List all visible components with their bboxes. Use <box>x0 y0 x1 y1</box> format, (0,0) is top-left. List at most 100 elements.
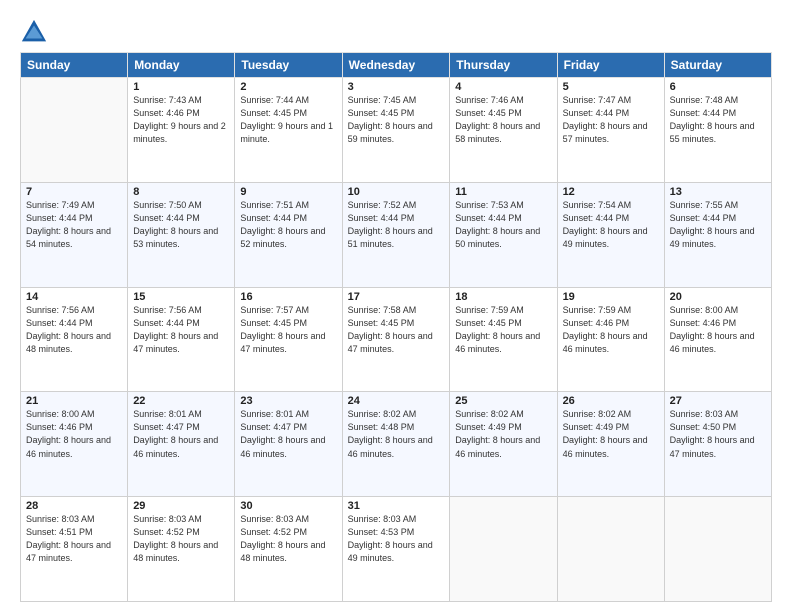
calendar-cell: 7Sunrise: 7:49 AMSunset: 4:44 PMDaylight… <box>21 182 128 287</box>
day-number: 28 <box>26 500 122 512</box>
day-info: Sunrise: 7:43 AMSunset: 4:46 PMDaylight:… <box>133 94 229 146</box>
calendar-cell: 9Sunrise: 7:51 AMSunset: 4:44 PMDaylight… <box>235 182 342 287</box>
day-info: Sunrise: 7:49 AMSunset: 4:44 PMDaylight:… <box>26 199 122 251</box>
day-info: Sunrise: 7:54 AMSunset: 4:44 PMDaylight:… <box>563 199 659 251</box>
day-info: Sunrise: 8:02 AMSunset: 4:48 PMDaylight:… <box>348 408 445 460</box>
day-info: Sunrise: 7:50 AMSunset: 4:44 PMDaylight:… <box>133 199 229 251</box>
day-number: 9 <box>240 186 336 198</box>
day-number: 22 <box>133 395 229 407</box>
day-info: Sunrise: 8:03 AMSunset: 4:50 PMDaylight:… <box>670 408 766 460</box>
calendar-cell: 4Sunrise: 7:46 AMSunset: 4:45 PMDaylight… <box>450 78 557 183</box>
day-info: Sunrise: 7:51 AMSunset: 4:44 PMDaylight:… <box>240 199 336 251</box>
day-number: 11 <box>455 186 551 198</box>
day-number: 23 <box>240 395 336 407</box>
day-number: 29 <box>133 500 229 512</box>
day-number: 26 <box>563 395 659 407</box>
calendar-cell: 28Sunrise: 8:03 AMSunset: 4:51 PMDayligh… <box>21 497 128 602</box>
calendar-cell: 6Sunrise: 7:48 AMSunset: 4:44 PMDaylight… <box>664 78 771 183</box>
calendar-cell: 17Sunrise: 7:58 AMSunset: 4:45 PMDayligh… <box>342 287 450 392</box>
day-number: 17 <box>348 291 445 303</box>
day-number: 30 <box>240 500 336 512</box>
calendar-cell: 23Sunrise: 8:01 AMSunset: 4:47 PMDayligh… <box>235 392 342 497</box>
day-info: Sunrise: 8:03 AMSunset: 4:52 PMDaylight:… <box>240 513 336 565</box>
logo-icon <box>20 18 48 46</box>
calendar-cell: 21Sunrise: 8:00 AMSunset: 4:46 PMDayligh… <box>21 392 128 497</box>
day-info: Sunrise: 7:52 AMSunset: 4:44 PMDaylight:… <box>348 199 445 251</box>
day-number: 6 <box>670 81 766 93</box>
day-info: Sunrise: 7:45 AMSunset: 4:45 PMDaylight:… <box>348 94 445 146</box>
calendar-cell: 29Sunrise: 8:03 AMSunset: 4:52 PMDayligh… <box>128 497 235 602</box>
day-info: Sunrise: 8:00 AMSunset: 4:46 PMDaylight:… <box>670 304 766 356</box>
calendar-row-0: 1Sunrise: 7:43 AMSunset: 4:46 PMDaylight… <box>21 78 772 183</box>
calendar: SundayMondayTuesdayWednesdayThursdayFrid… <box>20 52 772 602</box>
day-number: 15 <box>133 291 229 303</box>
day-info: Sunrise: 8:02 AMSunset: 4:49 PMDaylight:… <box>455 408 551 460</box>
calendar-cell <box>450 497 557 602</box>
day-info: Sunrise: 7:48 AMSunset: 4:44 PMDaylight:… <box>670 94 766 146</box>
calendar-cell: 19Sunrise: 7:59 AMSunset: 4:46 PMDayligh… <box>557 287 664 392</box>
calendar-header-row: SundayMondayTuesdayWednesdayThursdayFrid… <box>21 53 772 78</box>
calendar-row-2: 14Sunrise: 7:56 AMSunset: 4:44 PMDayligh… <box>21 287 772 392</box>
calendar-cell: 2Sunrise: 7:44 AMSunset: 4:45 PMDaylight… <box>235 78 342 183</box>
day-info: Sunrise: 8:03 AMSunset: 4:53 PMDaylight:… <box>348 513 445 565</box>
calendar-cell: 15Sunrise: 7:56 AMSunset: 4:44 PMDayligh… <box>128 287 235 392</box>
calendar-header-sunday: Sunday <box>21 53 128 78</box>
day-info: Sunrise: 7:46 AMSunset: 4:45 PMDaylight:… <box>455 94 551 146</box>
day-info: Sunrise: 7:53 AMSunset: 4:44 PMDaylight:… <box>455 199 551 251</box>
calendar-row-1: 7Sunrise: 7:49 AMSunset: 4:44 PMDaylight… <box>21 182 772 287</box>
day-number: 7 <box>26 186 122 198</box>
calendar-cell: 31Sunrise: 8:03 AMSunset: 4:53 PMDayligh… <box>342 497 450 602</box>
calendar-cell: 1Sunrise: 7:43 AMSunset: 4:46 PMDaylight… <box>128 78 235 183</box>
day-number: 3 <box>348 81 445 93</box>
calendar-cell: 10Sunrise: 7:52 AMSunset: 4:44 PMDayligh… <box>342 182 450 287</box>
day-info: Sunrise: 8:01 AMSunset: 4:47 PMDaylight:… <box>133 408 229 460</box>
day-info: Sunrise: 7:47 AMSunset: 4:44 PMDaylight:… <box>563 94 659 146</box>
calendar-cell: 12Sunrise: 7:54 AMSunset: 4:44 PMDayligh… <box>557 182 664 287</box>
day-number: 27 <box>670 395 766 407</box>
calendar-header-thursday: Thursday <box>450 53 557 78</box>
day-number: 20 <box>670 291 766 303</box>
day-number: 12 <box>563 186 659 198</box>
calendar-row-3: 21Sunrise: 8:00 AMSunset: 4:46 PMDayligh… <box>21 392 772 497</box>
day-info: Sunrise: 7:55 AMSunset: 4:44 PMDaylight:… <box>670 199 766 251</box>
calendar-cell: 18Sunrise: 7:59 AMSunset: 4:45 PMDayligh… <box>450 287 557 392</box>
calendar-cell: 30Sunrise: 8:03 AMSunset: 4:52 PMDayligh… <box>235 497 342 602</box>
day-info: Sunrise: 8:03 AMSunset: 4:51 PMDaylight:… <box>26 513 122 565</box>
day-number: 4 <box>455 81 551 93</box>
day-number: 10 <box>348 186 445 198</box>
day-number: 5 <box>563 81 659 93</box>
day-number: 21 <box>26 395 122 407</box>
calendar-header-saturday: Saturday <box>664 53 771 78</box>
calendar-cell: 25Sunrise: 8:02 AMSunset: 4:49 PMDayligh… <box>450 392 557 497</box>
day-info: Sunrise: 8:02 AMSunset: 4:49 PMDaylight:… <box>563 408 659 460</box>
calendar-cell: 13Sunrise: 7:55 AMSunset: 4:44 PMDayligh… <box>664 182 771 287</box>
day-info: Sunrise: 7:57 AMSunset: 4:45 PMDaylight:… <box>240 304 336 356</box>
calendar-cell: 14Sunrise: 7:56 AMSunset: 4:44 PMDayligh… <box>21 287 128 392</box>
calendar-row-4: 28Sunrise: 8:03 AMSunset: 4:51 PMDayligh… <box>21 497 772 602</box>
day-number: 2 <box>240 81 336 93</box>
calendar-header-friday: Friday <box>557 53 664 78</box>
day-number: 16 <box>240 291 336 303</box>
day-number: 18 <box>455 291 551 303</box>
day-info: Sunrise: 7:58 AMSunset: 4:45 PMDaylight:… <box>348 304 445 356</box>
day-info: Sunrise: 8:03 AMSunset: 4:52 PMDaylight:… <box>133 513 229 565</box>
day-number: 25 <box>455 395 551 407</box>
day-number: 1 <box>133 81 229 93</box>
day-info: Sunrise: 7:59 AMSunset: 4:45 PMDaylight:… <box>455 304 551 356</box>
calendar-header-tuesday: Tuesday <box>235 53 342 78</box>
calendar-cell: 20Sunrise: 8:00 AMSunset: 4:46 PMDayligh… <box>664 287 771 392</box>
day-number: 13 <box>670 186 766 198</box>
day-info: Sunrise: 8:01 AMSunset: 4:47 PMDaylight:… <box>240 408 336 460</box>
day-number: 14 <box>26 291 122 303</box>
calendar-cell: 22Sunrise: 8:01 AMSunset: 4:47 PMDayligh… <box>128 392 235 497</box>
day-info: Sunrise: 7:44 AMSunset: 4:45 PMDaylight:… <box>240 94 336 146</box>
calendar-header-wednesday: Wednesday <box>342 53 450 78</box>
day-number: 8 <box>133 186 229 198</box>
header <box>20 18 772 46</box>
day-info: Sunrise: 7:56 AMSunset: 4:44 PMDaylight:… <box>133 304 229 356</box>
calendar-cell: 26Sunrise: 8:02 AMSunset: 4:49 PMDayligh… <box>557 392 664 497</box>
calendar-cell: 3Sunrise: 7:45 AMSunset: 4:45 PMDaylight… <box>342 78 450 183</box>
day-info: Sunrise: 7:56 AMSunset: 4:44 PMDaylight:… <box>26 304 122 356</box>
calendar-cell <box>21 78 128 183</box>
day-number: 31 <box>348 500 445 512</box>
